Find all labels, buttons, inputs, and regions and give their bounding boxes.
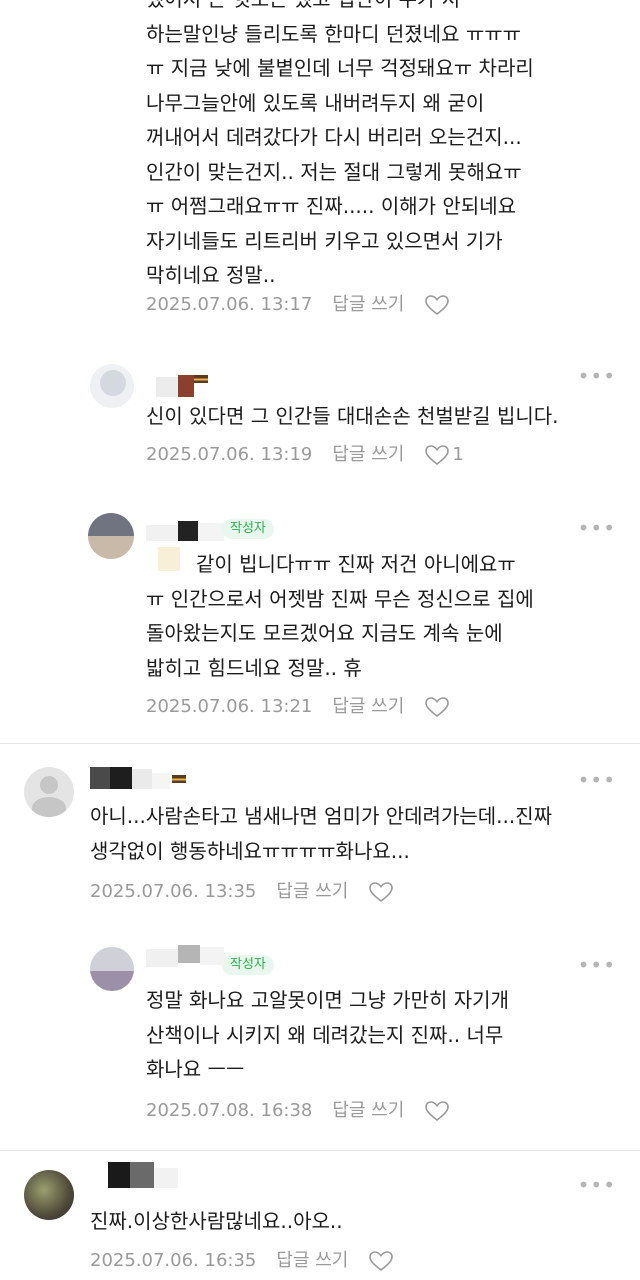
avatar[interactable] [90, 364, 134, 408]
comment-item: 작성자 ••• 같이 빕니다ㅠㅠ 진짜 저건 아니에요ㅠ ㅠ 인간으로서 어젯밤… [0, 505, 640, 740]
comment-date: 2025.07.06. 16:35 [90, 1250, 257, 1271]
reply-button[interactable]: 답글 쓰기 [332, 294, 404, 316]
more-dots-icon[interactable]: ••• [578, 770, 616, 790]
comment-meta: 2025.07.06. 13:21 답글 쓰기 [146, 695, 452, 719]
heart-outline-icon [425, 295, 450, 316]
comment-text: 했어서 곤 헛노는 했고 집안이 누가 서 하는말인냥 들리도록 한마디 던졌네… [146, 0, 534, 287]
comment-text: 정말 화나요 고알못이면 그냥 가만히 자기개 산책이나 시키지 왜 데려갔는지… [146, 988, 509, 1081]
comment-date: 2025.07.06. 13:21 [146, 696, 313, 717]
like-button[interactable] [368, 880, 396, 904]
more-dots-icon[interactable]: ••• [578, 955, 616, 975]
comment-thread: 했어서 곤 헛노는 했고 집안이 누가 서 하는말인냥 들리도록 한마디 던졌네… [0, 0, 640, 1280]
more-dots-icon[interactable]: ••• [578, 366, 616, 386]
avatar[interactable] [88, 513, 134, 559]
comment-text: 진짜.이상한사람많네요..아오.. [90, 1209, 343, 1233]
author-badge: 작성자 [222, 955, 274, 975]
author-nickname[interactable] [108, 1158, 188, 1188]
author-nickname[interactable] [156, 375, 208, 397]
comment-item: ••• 아니...사람손타고 냄새나면 엄미가 안데려가는데...진짜 생각없이… [0, 745, 640, 925]
avatar[interactable] [90, 947, 134, 991]
reply-button[interactable]: 답글 쓰기 [332, 1100, 404, 1122]
comment-meta: 2025.07.06. 13:19 답글 쓰기 1 [146, 443, 464, 467]
heart-outline-icon [425, 697, 450, 718]
cake-badge-icon [172, 775, 186, 783]
reply-button[interactable]: 답글 쓰기 [332, 444, 404, 466]
heart-outline-icon [425, 445, 450, 466]
like-button[interactable] [424, 1099, 452, 1123]
author-badge: 작성자 [222, 519, 274, 539]
heart-outline-icon [369, 882, 394, 903]
comment-item: ••• 신이 있다면 그 인간들 대대손손 천벌받길 빕니다. 2025.07.… [0, 355, 640, 505]
heart-outline-icon [369, 1251, 394, 1272]
like-count: 1 [452, 444, 464, 465]
comment-meta: 2025.07.06. 13:17 답글 쓰기 [146, 293, 452, 317]
heart-outline-icon [425, 1101, 450, 1122]
author-nickname[interactable] [146, 945, 226, 967]
comment-text: 신이 있다면 그 인간들 대대손손 천벌받길 빕니다. [146, 404, 559, 428]
more-dots-icon[interactable]: ••• [578, 518, 616, 538]
comment-meta: 2025.07.06. 13:35 답글 쓰기 [90, 880, 396, 904]
reply-button[interactable]: 답글 쓰기 [276, 881, 348, 903]
like-button[interactable] [424, 695, 452, 719]
like-button[interactable] [368, 1249, 396, 1273]
comment-date: 2025.07.08. 16:38 [146, 1100, 313, 1121]
comment-text: 같이 빕니다ㅠㅠ 진짜 저건 아니에요ㅠ ㅠ 인간으로서 어젯밤 진짜 무슨 정… [146, 552, 534, 680]
more-dots-icon[interactable]: ••• [578, 1175, 616, 1195]
divider [0, 743, 640, 744]
comment-text: 아니...사람손타고 냄새나면 엄미가 안데려가는데...진짜 생각없이 행동하… [90, 804, 553, 863]
author-nickname[interactable] [146, 519, 226, 541]
avatar[interactable] [24, 767, 74, 817]
comment-date: 2025.07.06. 13:35 [90, 881, 257, 902]
cake-badge-icon [194, 375, 208, 383]
avatar[interactable] [24, 1170, 74, 1220]
comment-date: 2025.07.06. 13:17 [146, 294, 313, 315]
comment-meta: 2025.07.08. 16:38 답글 쓰기 [146, 1099, 452, 1123]
like-button[interactable]: 1 [424, 443, 464, 467]
like-button[interactable] [424, 293, 452, 317]
comment-meta: 2025.07.06. 16:35 답글 쓰기 [90, 1249, 396, 1273]
reply-button[interactable]: 답글 쓰기 [332, 696, 404, 718]
comment-item: 작성자 ••• 정말 화나요 고알못이면 그냥 가만히 자기개 산책이나 시키지… [0, 925, 640, 1150]
comment-item: 했어서 곤 헛노는 했고 집안이 누가 서 하는말인냥 들리도록 한마디 던졌네… [0, 0, 640, 330]
comment-date: 2025.07.06. 13:19 [146, 444, 313, 465]
reply-button[interactable]: 답글 쓰기 [276, 1250, 348, 1272]
comment-item: ••• 진짜.이상한사람많네요..아오.. 2025.07.06. 16:35 … [0, 1150, 640, 1280]
author-nickname[interactable] [90, 767, 190, 789]
